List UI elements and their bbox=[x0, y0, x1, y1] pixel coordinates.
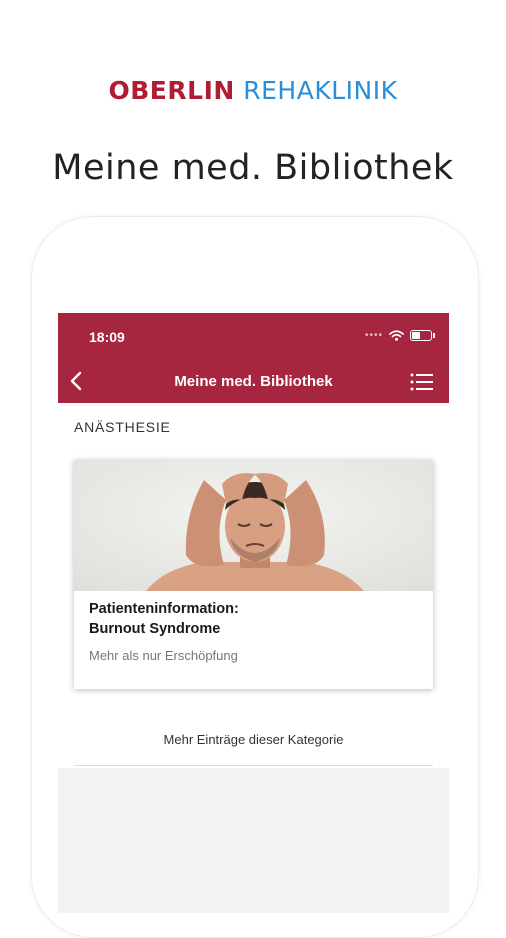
phone-screen: 18:09 •••• Meine med. Bibliothek ANÄSTHE… bbox=[58, 313, 449, 913]
article-title-line1: Patienteninformation: bbox=[89, 601, 239, 617]
content-area: ANÄSTHESIE Patienteninformation: Burnout… bbox=[58, 403, 449, 768]
divider bbox=[74, 765, 433, 766]
list-menu-icon bbox=[410, 373, 433, 391]
brand-logo: OBERLIN REHAKLINIK bbox=[0, 76, 506, 105]
signal-dots-icon: •••• bbox=[364, 330, 383, 341]
status-icons: •••• bbox=[364, 330, 435, 341]
menu-button[interactable] bbox=[409, 371, 435, 393]
app-bar: 18:09 •••• Meine med. Bibliothek bbox=[58, 313, 449, 403]
article-image bbox=[74, 460, 433, 591]
article-card[interactable]: Patienteninformation: Burnout Syndrome M… bbox=[74, 460, 433, 689]
status-time: 18:09 bbox=[89, 329, 125, 345]
page-headline: Meine med. Bibliothek bbox=[52, 148, 454, 188]
wifi-icon bbox=[389, 330, 404, 341]
more-entries-link[interactable]: Mehr Einträge dieser Kategorie bbox=[58, 732, 449, 747]
brand-name-part2: REHAKLINIK bbox=[243, 76, 398, 105]
battery-icon bbox=[410, 330, 435, 341]
article-title-line2: Burnout Syndrome bbox=[89, 621, 221, 637]
nav-title: Meine med. Bibliothek bbox=[174, 373, 333, 390]
category-heading: ANÄSTHESIE bbox=[74, 419, 171, 435]
brand-name-part1: OBERLIN bbox=[108, 76, 235, 105]
headache-man-illustration bbox=[74, 460, 433, 591]
article-subtitle: Mehr als nur Erschöpfung bbox=[89, 648, 238, 663]
article-title: Patienteninformation: Burnout Syndrome bbox=[89, 599, 239, 639]
